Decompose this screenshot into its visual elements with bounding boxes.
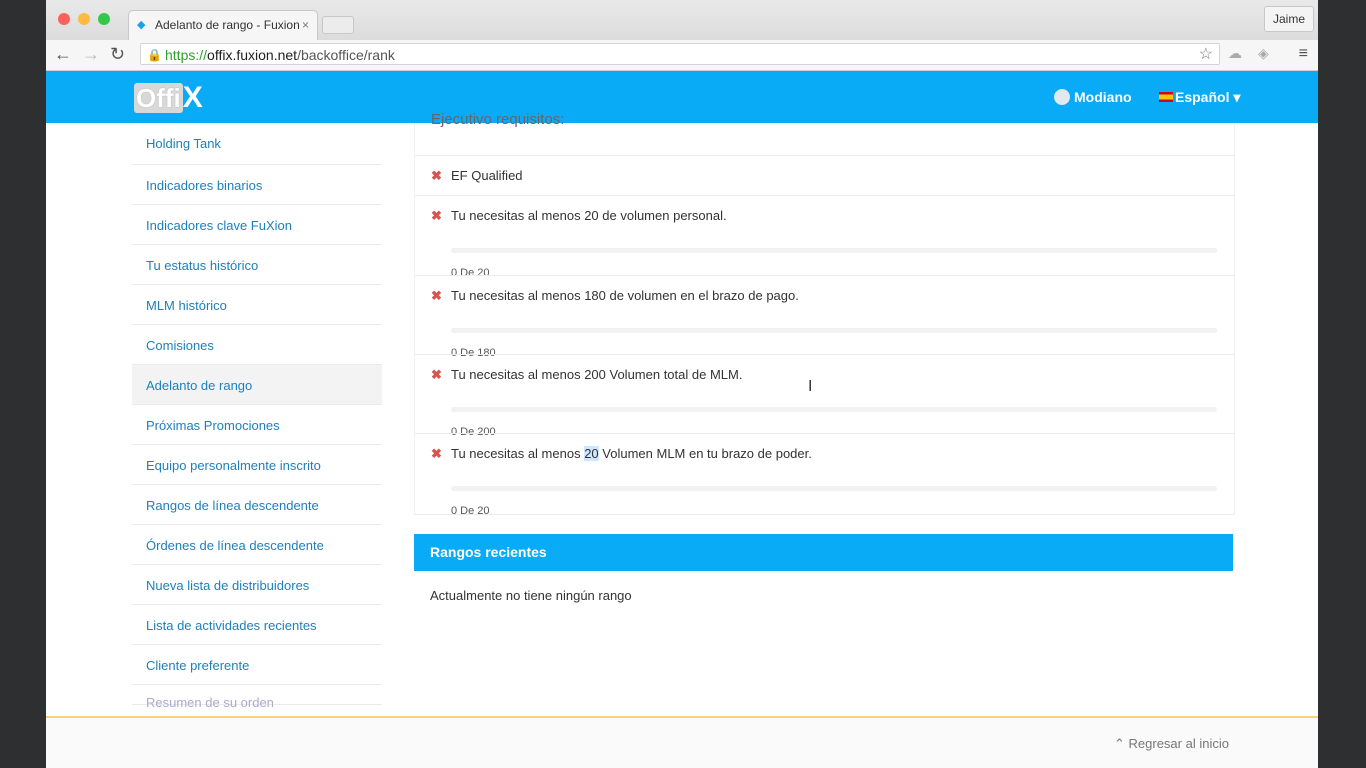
cross-icon: ✖ xyxy=(431,446,442,461)
requirement-text: Tu necesitas al menos 20 Volumen MLM en … xyxy=(451,446,812,461)
browser-toolbar: ← → ↻ 🔒 https://offix.fuxion.net/backoff… xyxy=(46,40,1318,71)
avatar xyxy=(1054,89,1070,105)
browser-menu-icon[interactable]: ≡ xyxy=(1299,45,1308,63)
requirement-row: ✖ Tu necesitas al menos 200 Volumen tota… xyxy=(415,354,1234,438)
cross-icon: ✖ xyxy=(431,367,442,382)
cross-icon: ✖ xyxy=(431,168,442,183)
new-tab-button[interactable] xyxy=(322,16,354,34)
sidebar-item-ordenes-descendente[interactable]: Órdenes de línea descendente xyxy=(132,525,382,565)
sidebar-item-mlm-historico[interactable]: MLM histórico xyxy=(132,285,382,325)
sidebar-item-comisiones[interactable]: Comisiones xyxy=(132,325,382,365)
requirement-text: EF Qualified xyxy=(451,168,523,183)
extension-box-icon[interactable]: ◈ xyxy=(1258,45,1269,62)
sidebar-item-equipo-inscrito[interactable]: Equipo personalmente inscrito xyxy=(132,445,382,485)
url-scheme: https:// xyxy=(165,47,208,63)
sidebar-item-adelanto-de-rango[interactable]: Adelanto de rango xyxy=(132,365,382,405)
forward-arrow-icon[interactable]: → xyxy=(82,43,100,65)
close-window-button[interactable] xyxy=(58,13,70,25)
back-to-top-label: Regresar al inicio xyxy=(1128,736,1229,751)
sidebar-nav: Holding Tank Indicadores binarios Indica… xyxy=(132,123,382,723)
sidebar-item-resumen-orden[interactable]: Resumen de su orden xyxy=(132,685,382,710)
requirement-text: Tu necesitas al menos 20 de volumen pers… xyxy=(451,208,727,223)
extension-cloud-icon[interactable]: ☁ xyxy=(1228,45,1242,62)
sidebar-item-proximas-promociones[interactable]: Próximas Promociones xyxy=(132,405,382,445)
user-menu[interactable]: Modiano xyxy=(1054,88,1132,106)
sidebar-item-actividades-recientes[interactable]: Lista de actividades recientes xyxy=(132,605,382,645)
progress-bar xyxy=(451,248,1217,253)
requirement-row: ✖ Tu necesitas al menos 20 de volumen pe… xyxy=(415,195,1234,279)
spain-flag-icon xyxy=(1159,92,1173,102)
address-bar[interactable]: 🔒 https://offix.fuxion.net/backoffice/ra… xyxy=(140,43,1220,65)
cross-icon: ✖ xyxy=(431,288,442,303)
requirements-title: Ejecutivo requisitos: xyxy=(431,111,565,128)
sidebar-item-indicadores-binarios[interactable]: Indicadores binarios xyxy=(132,165,382,205)
url-path: /backoffice/rank xyxy=(297,47,395,63)
url-host: offix.fuxion.net xyxy=(207,47,298,63)
browser-tab[interactable]: ◆ Adelanto de rango - Fuxion × xyxy=(128,10,318,40)
progress-bar xyxy=(451,407,1217,412)
maximize-window-button[interactable] xyxy=(98,13,110,25)
text-cursor-icon: I xyxy=(808,378,813,395)
tab-close-icon[interactable]: × xyxy=(302,11,309,39)
reload-icon[interactable]: ↻ xyxy=(110,43,125,65)
requirement-text: Tu necesitas al menos 180 de volumen en … xyxy=(451,288,799,303)
progress-count: 0 De 20 xyxy=(451,505,490,517)
language-dropdown[interactable]: Español ▾ xyxy=(1159,88,1240,106)
tab-title: Adelanto de rango - Fuxion xyxy=(155,18,300,32)
chevron-up-icon: ⌃ xyxy=(1114,736,1129,751)
minimize-window-button[interactable] xyxy=(78,13,90,25)
logo-right: X xyxy=(182,81,203,114)
profile-button[interactable]: Jaime xyxy=(1263,6,1314,32)
requirements-panel: Ejecutivo requisitos: ✖ EF Qualified ✖ T… xyxy=(414,111,1235,517)
site-favicon-icon: ◆ xyxy=(137,19,146,31)
back-to-top-link[interactable]: ⌃ Regresar al inicio xyxy=(1114,736,1229,752)
site-header: OffiX Modiano Español ▾ xyxy=(46,71,1318,123)
cross-icon: ✖ xyxy=(431,208,442,223)
requirement-text-end: Volumen MLM en tu brazo de poder. xyxy=(598,446,812,461)
requirement-row: ✖ Tu necesitas al menos 20 Volumen MLM e… xyxy=(415,433,1234,517)
recent-ranks-header: Rangos recientes xyxy=(414,534,1233,571)
sidebar-item-cliente-preferente[interactable]: Cliente preferente xyxy=(132,645,382,685)
requirement-row: ✖ Tu necesitas al menos 180 de volumen e… xyxy=(415,275,1234,359)
page-footer: ⌃ Regresar al inicio xyxy=(46,716,1318,768)
language-label: Español ▾ xyxy=(1175,89,1241,105)
progress-bar xyxy=(451,328,1217,333)
requirement-text-start: Tu necesitas al menos xyxy=(451,446,585,461)
sidebar-item-rangos-descendente[interactable]: Rangos de línea descendente xyxy=(132,485,382,525)
lock-icon: 🔒 xyxy=(147,48,162,62)
user-name: Modiano xyxy=(1074,89,1132,105)
logo-left: Offi xyxy=(134,83,183,113)
requirement-text: Tu necesitas al menos 200 Volumen total … xyxy=(451,367,743,382)
browser-window: ◆ Adelanto de rango - Fuxion × Jaime ← →… xyxy=(46,0,1318,768)
sidebar-item-holding-tank[interactable]: Holding Tank xyxy=(132,123,382,165)
sidebar-item-estatus-historico[interactable]: Tu estatus histórico xyxy=(132,245,382,285)
recent-ranks-empty: Actualmente no tiene ningún rango xyxy=(430,588,632,603)
title-bar: ◆ Adelanto de rango - Fuxion × Jaime xyxy=(46,0,1318,40)
sidebar-item-indicadores-clave[interactable]: Indicadores clave FuXion xyxy=(132,205,382,245)
back-arrow-icon[interactable]: ← xyxy=(54,43,72,65)
progress-bar xyxy=(451,486,1217,491)
sidebar-item-nueva-lista[interactable]: Nueva lista de distribuidores xyxy=(132,565,382,605)
offix-logo[interactable]: OffiX xyxy=(134,83,203,113)
bookmark-star-icon[interactable]: ☆ xyxy=(1199,44,1213,66)
selected-text: 20 xyxy=(584,446,599,461)
requirement-row: ✖ EF Qualified xyxy=(415,155,1234,195)
